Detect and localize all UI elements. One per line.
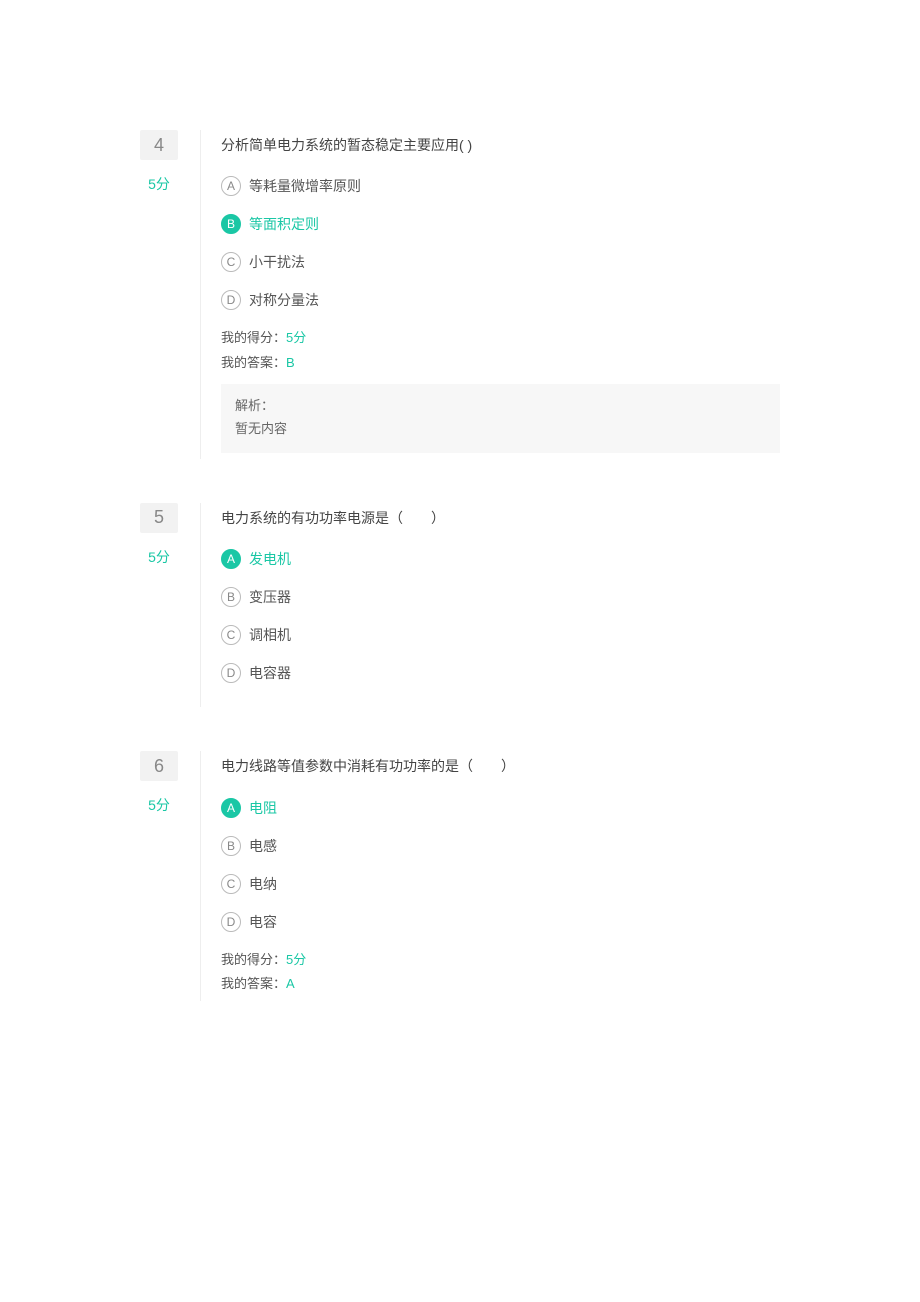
option-letter: A [221, 549, 241, 569]
my-answer-line: 我的答案：B [221, 353, 780, 374]
option-text: 等耗量微增率原则 [249, 176, 361, 196]
my-answer-line: 我的答案：A [221, 974, 780, 995]
option-letter: D [221, 663, 241, 683]
option-letter: B [221, 836, 241, 856]
option-text: 小干扰法 [249, 252, 305, 272]
question-text: 分析简单电力系统的暂态稳定主要应用( ) [221, 130, 780, 156]
question-block: 6 5分 电力线路等值参数中消耗有功功率的是（ ） A 电阻 B 电感 C 电纳 D 电容我的得分：… [140, 751, 780, 1001]
option-letter: B [221, 587, 241, 607]
quiz-container: 45分分析简单电力系统的暂态稳定主要应用( )A等耗量微增率原则B等面积定则C小… [0, 0, 920, 1001]
option-text: 电阻 [249, 798, 277, 818]
option[interactable]: D 电容器 [221, 663, 780, 683]
question-number: 4 [140, 130, 178, 160]
option[interactable]: C 调相机 [221, 625, 780, 645]
question-points: 5分 [140, 795, 178, 815]
my-score-label: 我的得分： [221, 952, 286, 967]
question-points: 5分 [140, 547, 178, 567]
option-letter: C [221, 874, 241, 894]
option-text: 电容 [249, 912, 277, 932]
my-score-label: 我的得分： [221, 330, 286, 345]
option-text: 变压器 [249, 587, 291, 607]
my-answer-label: 我的答案： [221, 976, 286, 991]
my-answer-value: B [286, 355, 295, 370]
analysis-box: 解析：暂无内容 [221, 384, 780, 453]
option-letter: C [221, 252, 241, 272]
my-answer-label: 我的答案： [221, 355, 286, 370]
option-letter: D [221, 290, 241, 310]
option-text: 对称分量法 [249, 290, 319, 310]
my-score-value: 5分 [286, 952, 306, 967]
my-score-line: 我的得分：5分 [221, 950, 780, 971]
option[interactable]: B 电感 [221, 836, 780, 856]
option-letter: A [221, 798, 241, 818]
option-letter: A [221, 176, 241, 196]
option[interactable]: D 电容 [221, 912, 780, 932]
option-letter: B [221, 214, 241, 234]
question-left-col: 4 5分 [140, 130, 190, 459]
option[interactable]: B 变压器 [221, 587, 780, 607]
question-number: 6 [140, 751, 178, 781]
question-block: 4 5分 分析简单电力系统的暂态稳定主要应用( ) A 等耗量微增率原则 B 等面积定则 C小… [140, 130, 780, 459]
option-text: 电容器 [249, 663, 291, 683]
option-text: 等面积定则 [249, 214, 319, 234]
question-text: 电力线路等值参数中消耗有功功率的是（ ） [221, 751, 780, 777]
option-text: 调相机 [249, 625, 291, 645]
option-text: 电感 [249, 836, 277, 856]
option[interactable]: D 对称分量法 [221, 290, 780, 310]
my-answer-value: A [286, 976, 295, 991]
my-score-line: 我的得分：5分 [221, 328, 780, 349]
option[interactable]: C 电纳 [221, 874, 780, 894]
option[interactable]: C 小干扰法 [221, 252, 780, 272]
question-block: 5 5分 电力系统的有功功率电源是（ ） A 发电机 B 变压器 C 调相机 D 电容器 [140, 503, 780, 707]
question-left-col: 6 5分 [140, 751, 190, 1001]
option[interactable]: A 等耗量微增率原则 [221, 176, 780, 196]
option-letter: C [221, 625, 241, 645]
question-text: 电力系统的有功功率电源是（ ） [221, 503, 780, 529]
option[interactable]: A 发电机 [221, 549, 780, 569]
option[interactable]: A 电阻 [221, 798, 780, 818]
question-number: 5 [140, 503, 178, 533]
option-text: 电纳 [249, 874, 277, 894]
option-text: 发电机 [249, 549, 291, 569]
question-right-col: 电力系统的有功功率电源是（ ） A 发电机 B 变压器 C 调相机 D 电容器 [200, 503, 780, 707]
question-right-col: 电力线路等值参数中消耗有功功率的是（ ）A电阻B电感C电纳D电容我的得分：5分我… [200, 751, 780, 1001]
question-right-col: 分析简单电力系统的暂态稳定主要应用( ) A 等耗量微增率原则 B 等面积定则 C 小干扰法… [200, 130, 780, 459]
option[interactable]: B 等面积定则 [221, 214, 780, 234]
option-letter: D [221, 912, 241, 932]
question-points: 5分 [140, 174, 178, 194]
my-score-value: 5分 [286, 330, 306, 345]
analysis-text: 暂无内容 [235, 417, 766, 440]
analysis-label: 解析： [235, 394, 766, 417]
question-left-col: 5 5分 [140, 503, 190, 707]
